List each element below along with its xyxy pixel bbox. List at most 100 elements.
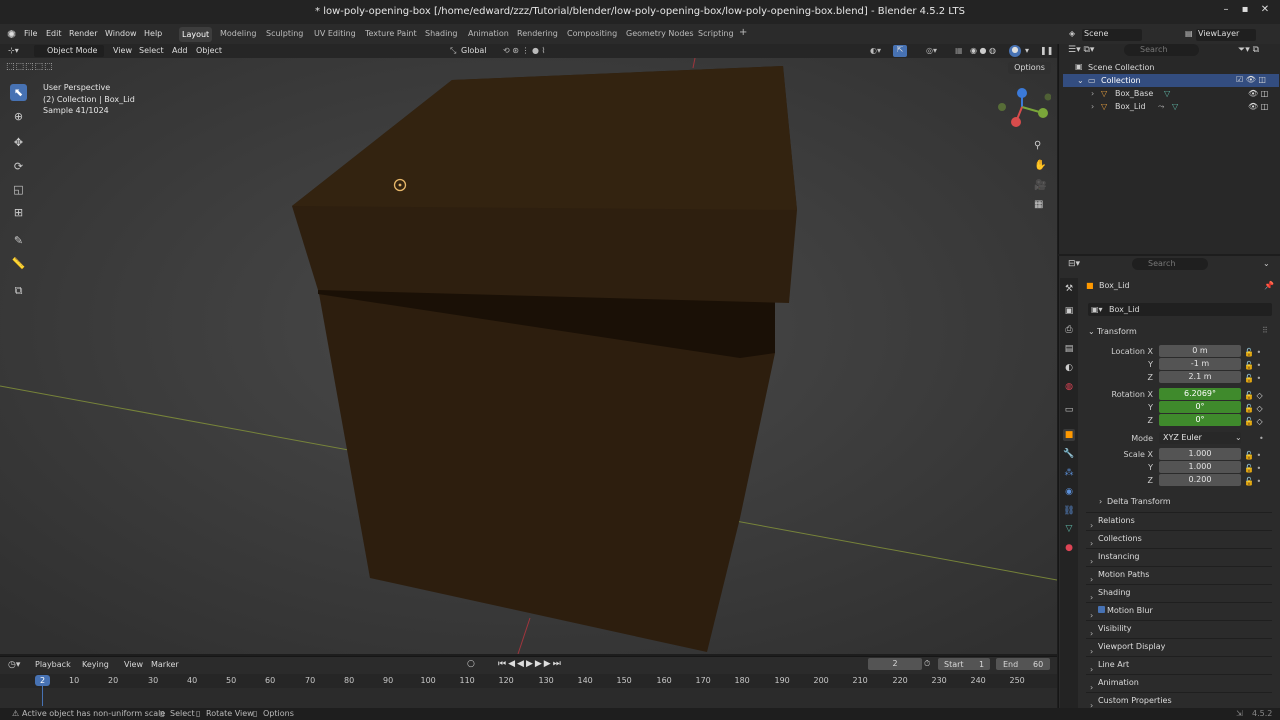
- scale-keyframe-icons[interactable]: 🔓 • 🔓 • 🔓 •: [1244, 449, 1261, 488]
- expand-arrow-icon[interactable]: ›: [1091, 102, 1094, 111]
- panel-visibility[interactable]: Visibility: [1086, 620, 1272, 636]
- expand-arrow-icon[interactable]: ›: [1091, 89, 1094, 98]
- collection-checkbox[interactable]: ☑ 👁 ◫: [1236, 75, 1266, 84]
- lock-keyframe-icons[interactable]: 🔓 • 🔓 • 🔓 •: [1244, 346, 1261, 385]
- panel-motion-paths[interactable]: Motion Paths: [1086, 566, 1272, 582]
- tab-scripting[interactable]: Scripting: [698, 29, 734, 38]
- tab-shading[interactable]: Shading: [425, 29, 458, 38]
- location-z-field[interactable]: 2.1 m: [1159, 371, 1241, 383]
- xray-icon[interactable]: ▦: [955, 46, 963, 55]
- panel-drag-icon[interactable]: ⠿: [1262, 326, 1268, 335]
- panel-viewport-display[interactable]: Viewport Display: [1086, 638, 1272, 654]
- scale-x-field[interactable]: 1.000: [1159, 448, 1241, 460]
- playback-controls-icon[interactable]: ⏮◀◀▶▶▶⏭: [498, 659, 563, 669]
- outliner-item-box-lid[interactable]: Box_Lid: [1115, 102, 1146, 111]
- tab-compositing[interactable]: Compositing: [567, 29, 617, 38]
- orientation-selector[interactable]: Global: [461, 46, 487, 55]
- panel-line-art[interactable]: Line Art: [1086, 656, 1272, 672]
- viewlayer-selector[interactable]: ViewLayer: [1196, 29, 1256, 41]
- delta-chevron-icon[interactable]: ›: [1099, 497, 1102, 506]
- tab-texture-paint[interactable]: Texture Paint: [365, 29, 417, 38]
- properties-editor-icon[interactable]: ⊟▾: [1068, 259, 1080, 269]
- output-tab-icon[interactable]: ⎙: [1063, 324, 1075, 336]
- timeline-menu-marker[interactable]: Marker: [151, 660, 179, 669]
- panel-instancing[interactable]: Instancing: [1086, 548, 1272, 564]
- transform-tool-icon[interactable]: ⊞: [10, 204, 27, 221]
- end-frame-value[interactable]: 60: [1033, 660, 1043, 669]
- rendered-shading-icon[interactable]: ●: [1009, 45, 1021, 57]
- view-layer-tab-icon[interactable]: ▤: [1063, 343, 1075, 355]
- constraints-tab-icon[interactable]: ⛓: [1063, 505, 1075, 517]
- render-tab-icon[interactable]: ▣: [1063, 305, 1075, 317]
- motion-blur-checkbox[interactable]: [1098, 606, 1105, 613]
- navigation-gizmo[interactable]: [995, 85, 1051, 135]
- start-frame-value[interactable]: 1: [979, 660, 984, 669]
- box-base-visibility-icon[interactable]: 👁 ◫: [1248, 89, 1268, 98]
- delta-transform-panel[interactable]: Delta Transform: [1107, 497, 1171, 506]
- box-lid-visibility-icon[interactable]: 👁 ◫: [1248, 102, 1268, 111]
- maximize-button[interactable]: ▪: [1238, 4, 1252, 18]
- auto-key-icon[interactable]: ○: [467, 659, 475, 669]
- viewport-menu-object[interactable]: Object: [196, 46, 222, 55]
- rotation-x-field[interactable]: 6.2069°: [1159, 388, 1241, 400]
- scene-icon[interactable]: ◈: [1069, 29, 1075, 38]
- overlay-icon[interactable]: ◎▾: [926, 46, 937, 55]
- panel-relations[interactable]: Relations: [1086, 512, 1272, 528]
- properties-search-input[interactable]: Search: [1132, 258, 1208, 270]
- rotate-tool-icon[interactable]: ⟳: [10, 158, 27, 175]
- panel-animation[interactable]: Animation: [1086, 674, 1272, 690]
- mode-selector[interactable]: Object Mode: [34, 45, 104, 57]
- close-button[interactable]: ✕: [1258, 4, 1272, 18]
- menu-help[interactable]: Help: [144, 29, 162, 38]
- mode-keyframe-icon[interactable]: •: [1259, 434, 1264, 443]
- panel-collections[interactable]: Collections: [1086, 530, 1272, 546]
- object-tab-icon[interactable]: ■: [1063, 429, 1075, 441]
- pan-hand-icon[interactable]: ✋: [1034, 160, 1046, 171]
- select-box-tool-icon[interactable]: ⬉: [10, 84, 27, 101]
- camera-view-icon[interactable]: 🎥: [1034, 180, 1046, 191]
- minimize-button[interactable]: –: [1219, 4, 1233, 18]
- menu-edit[interactable]: Edit: [46, 29, 62, 38]
- blender-logo-icon[interactable]: ✺: [7, 28, 16, 41]
- timeline-menu-playback[interactable]: Playback: [35, 660, 71, 669]
- scale-y-field[interactable]: 1.000: [1159, 461, 1241, 473]
- zoom-icon[interactable]: ⚲: [1034, 140, 1041, 151]
- scene-selector[interactable]: Scene: [1082, 29, 1142, 41]
- gizmo-toggle-icon[interactable]: ⇱: [893, 45, 907, 57]
- pivot-icon[interactable]: ⟲ ⊛ ⋮ ● ⌇: [503, 46, 545, 55]
- expand-chevron-icon[interactable]: ⌄: [1077, 76, 1084, 85]
- timeline-editor-icon[interactable]: ◷▾: [8, 660, 20, 670]
- material-tab-icon[interactable]: ●: [1063, 542, 1075, 554]
- add-workspace-icon[interactable]: +: [739, 27, 747, 38]
- data-tab-icon[interactable]: ▽: [1063, 523, 1075, 535]
- outliner-search-input[interactable]: Search: [1124, 44, 1199, 56]
- shading-modes-icon[interactable]: ◉ ● ◍: [970, 46, 996, 55]
- pause-render-icon[interactable]: ❚❚: [1040, 46, 1053, 55]
- tab-uv-editing[interactable]: UV Editing: [314, 29, 356, 38]
- rotation-keyframe-icons[interactable]: 🔓 ◇ 🔓 ◇ 🔓 ◇: [1244, 389, 1263, 428]
- tool-tab-icon[interactable]: ⚒: [1063, 283, 1075, 295]
- timeline-menu-view[interactable]: View: [124, 660, 143, 669]
- tab-rendering[interactable]: Rendering: [517, 29, 558, 38]
- modifier-tab-icon[interactable]: 🔧: [1063, 448, 1075, 460]
- particles-tab-icon[interactable]: ⁂: [1063, 467, 1075, 479]
- pin-icon[interactable]: 📌: [1264, 281, 1274, 290]
- location-y-field[interactable]: -1 m: [1159, 358, 1241, 370]
- timeline-menu-keying[interactable]: Keying: [82, 660, 109, 669]
- menu-file[interactable]: File: [24, 29, 37, 38]
- measure-tool-icon[interactable]: 📏: [10, 255, 27, 272]
- playhead[interactable]: 2: [35, 675, 50, 686]
- physics-tab-icon[interactable]: ◉: [1063, 486, 1075, 498]
- editor-type-icon[interactable]: ⊹▾: [8, 46, 19, 55]
- panel-custom-properties[interactable]: Custom Properties: [1086, 692, 1272, 708]
- tab-geometry-nodes[interactable]: Geometry Nodes: [626, 29, 693, 38]
- location-x-field[interactable]: 0 m: [1159, 345, 1241, 357]
- transform-panel-header[interactable]: Transform: [1097, 327, 1137, 336]
- object-name-value[interactable]: Box_Lid: [1109, 305, 1140, 314]
- scene-collection-label[interactable]: Scene Collection: [1088, 63, 1155, 72]
- filter-icon[interactable]: ⏷▾ ⧉: [1238, 45, 1259, 55]
- add-cube-tool-icon[interactable]: ⧉: [10, 282, 27, 299]
- cursor-tool-icon[interactable]: ⊕: [10, 108, 27, 125]
- panel-shading[interactable]: Shading: [1086, 584, 1272, 600]
- viewport-menu-select[interactable]: Select: [139, 46, 164, 55]
